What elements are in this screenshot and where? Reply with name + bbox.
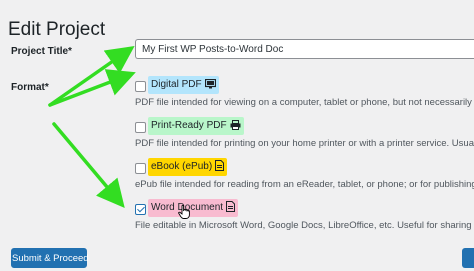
- annotation-arrows: [48, 45, 136, 209]
- arrow-to-word-document: [52, 122, 125, 209]
